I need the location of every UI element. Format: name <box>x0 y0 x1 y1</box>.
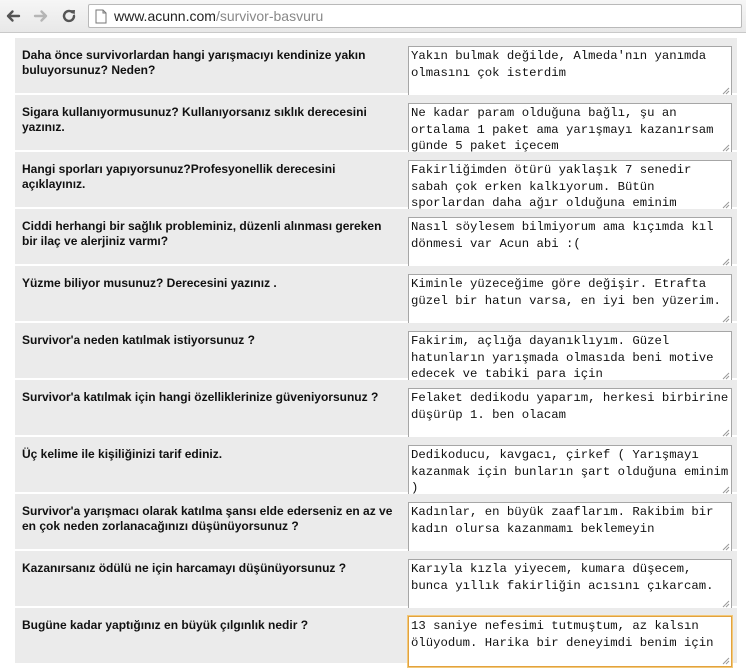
form-row: Hangi sporları yapıyorsunuz?Profesyonell… <box>0 152 746 211</box>
answer-text: Kadınlar, en büyük zaaflarım. Rakibim bi… <box>411 505 721 536</box>
forward-button[interactable] <box>30 5 52 27</box>
answer-text: Dedikoducu, kavgacı, çirkef ( Yarışmayı … <box>411 448 729 496</box>
question-label: Survivor'a yarışmacı olarak katılma şans… <box>22 504 393 533</box>
question-label: Survivor'a neden katılmak istiyorsunuz ? <box>22 333 255 347</box>
form-row: Survivor'a katılmak için hangi özellikle… <box>0 380 746 439</box>
page-icon <box>95 9 107 24</box>
question-label: Üç kelime ile kişiliğinizi tarif ediniz. <box>22 447 223 461</box>
back-button[interactable] <box>2 5 24 27</box>
question-cell <box>15 551 403 606</box>
address-bar[interactable]: www.acunn.com/survivor-basvuru <box>88 4 742 28</box>
resize-grip-icon <box>722 201 730 209</box>
answer-textarea[interactable]: Karıyla kızla yiyecem, kumara düşecem, b… <box>408 559 732 610</box>
form-row: Yüzme biliyor musunuz? Derecesini yazını… <box>0 266 746 325</box>
back-arrow-icon <box>6 10 21 22</box>
question-cell <box>15 323 403 378</box>
answer-text: Karıyla kızla yiyecem, kumara düşecem, b… <box>411 562 714 593</box>
answer-textarea[interactable]: Kadınlar, en büyük zaaflarım. Rakibim bi… <box>408 502 732 553</box>
question-label: Yüzme biliyor musunuz? Derecesini yazını… <box>22 276 277 290</box>
question-cell <box>15 437 403 492</box>
answer-text: Felaket dedikodu yaparım, herkesi birbir… <box>411 391 729 422</box>
question-cell <box>15 266 403 321</box>
url-text: www.acunn.com/survivor-basvuru <box>114 8 323 24</box>
resize-grip-icon <box>722 315 730 323</box>
question-label: Bugüne kadar yaptığınız en büyük çılgınl… <box>22 618 309 632</box>
answer-textarea[interactable]: Ne kadar param olduğuna bağlı, şu an ort… <box>408 103 732 154</box>
form-row: Kazanırsanız ödülü ne için harcamayı düş… <box>0 551 746 610</box>
answer-textarea[interactable]: Nasıl söylesem bilmiyorum ama kıçımda kı… <box>408 217 732 268</box>
answer-textarea[interactable]: Fakirliğimden ötürü yaklaşık 7 senedir s… <box>408 160 732 211</box>
url-host: www.acunn.com <box>114 8 216 24</box>
reload-button[interactable] <box>58 5 80 27</box>
form-row: Bugüne kadar yaptığınız en büyük çılgınl… <box>0 608 746 667</box>
answer-textarea[interactable]: 13 saniye nefesimi tutmuştum, az kalsın … <box>408 616 732 667</box>
answer-text: Ne kadar param olduğuna bağlı, şu an ort… <box>411 106 721 154</box>
answer-textarea[interactable]: Felaket dedikodu yaparım, herkesi birbir… <box>408 388 732 439</box>
resize-grip-icon <box>722 258 730 266</box>
form-row: Daha önce survivorlardan hangi yarışmacı… <box>0 38 746 97</box>
question-cell <box>15 380 403 435</box>
answer-textarea[interactable]: Kiminle yüzeceğime göre değişir. Etrafta… <box>408 274 732 325</box>
form-row: Ciddi herhangi bir sağlık probleminiz, d… <box>0 209 746 268</box>
resize-grip-icon <box>722 87 730 95</box>
form-row: Sigara kullanıyormusunuz? Kullanıyorsanı… <box>0 95 746 154</box>
question-label: Hangi sporları yapıyorsunuz?Profesyonell… <box>22 162 336 191</box>
answer-textarea[interactable]: Fakirim, açlığa dayanıklıyım. Güzel hatu… <box>408 331 732 382</box>
reload-icon <box>62 9 76 23</box>
answer-text: Yakın bulmak değilde, Almeda'nın yanımda… <box>411 49 714 80</box>
resize-grip-icon <box>722 144 730 152</box>
resize-grip-icon <box>722 486 730 494</box>
forward-arrow-icon <box>33 10 48 22</box>
question-label: Sigara kullanıyormusunuz? Kullanıyorsanı… <box>22 105 367 134</box>
resize-grip-icon <box>722 429 730 437</box>
answer-text: 13 saniye nefesimi tutmuştum, az kalsın … <box>411 619 714 650</box>
question-label: Ciddi herhangi bir sağlık probleminiz, d… <box>22 219 382 248</box>
form-row: Survivor'a neden katılmak istiyorsunuz ?… <box>0 323 746 382</box>
question-label: Survivor'a katılmak için hangi özellikle… <box>22 390 379 404</box>
resize-grip-icon <box>722 543 730 551</box>
browser-toolbar: www.acunn.com/survivor-basvuru <box>0 0 746 33</box>
url-path: /survivor-basvuru <box>215 8 324 24</box>
form-row: Üç kelime ile kişiliğinizi tarif ediniz.… <box>0 437 746 496</box>
answer-text: Kiminle yüzeceğime göre değişir. Etrafta… <box>411 277 721 308</box>
answer-text: Fakirliğimden ötürü yaklaşık 7 senedir s… <box>411 163 699 211</box>
question-label: Daha önce survivorlardan hangi yarışmacı… <box>22 48 366 77</box>
answer-textarea[interactable]: Yakın bulmak değilde, Almeda'nın yanımda… <box>408 46 732 97</box>
answer-text: Nasıl söylesem bilmiyorum ama kıçımda kı… <box>411 220 721 251</box>
question-cell <box>15 608 403 663</box>
question-label: Kazanırsanız ödülü ne için harcamayı düş… <box>22 561 347 575</box>
resize-grip-icon <box>722 657 730 665</box>
resize-grip-icon <box>722 372 730 380</box>
answer-textarea[interactable]: Dedikoducu, kavgacı, çirkef ( Yarışmayı … <box>408 445 732 496</box>
resize-grip-icon <box>722 600 730 608</box>
form-row: Survivor'a yarışmacı olarak katılma şans… <box>0 494 746 553</box>
answer-text: Fakirim, açlığa dayanıklıyım. Güzel hatu… <box>411 334 721 382</box>
